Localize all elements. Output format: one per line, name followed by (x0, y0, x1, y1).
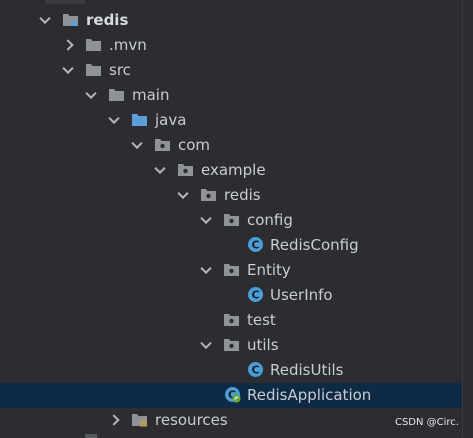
tree-item-label: redis (224, 186, 261, 204)
resources-folder-icon (131, 412, 148, 427)
tree-scrollbar[interactable] (462, 0, 473, 438)
tree-item-redisconfig[interactable]: C RedisConfig (0, 233, 462, 258)
tree-item-config[interactable]: config (0, 208, 462, 233)
chevron-right-icon[interactable] (108, 414, 120, 426)
tree-item-redisutils[interactable]: C RedisUtils (0, 358, 462, 383)
spring-boot-class-icon: C (224, 386, 241, 403)
tree-item-label: com (178, 136, 211, 154)
java-class-icon: C (247, 286, 264, 302)
package-icon (223, 337, 240, 352)
tree-item-redis[interactable]: redis (0, 8, 462, 33)
chevron-down-icon[interactable] (200, 337, 212, 350)
tree-item-label: .mvn (109, 36, 147, 54)
tree-item-label: Entity (247, 261, 291, 279)
chevron-down-icon[interactable] (85, 87, 97, 100)
chevron-down-icon[interactable] (200, 262, 212, 275)
svg-text:C: C (251, 289, 259, 302)
package-icon (154, 137, 171, 152)
tree-item-label: example (201, 161, 266, 179)
tree-item-label: RedisApplication (247, 386, 372, 404)
package-icon (200, 187, 217, 202)
tree-item-label: java (155, 111, 187, 129)
watermark: CSDN @Circ. (394, 417, 459, 428)
tree-item-java[interactable]: java (0, 108, 462, 133)
package-icon (223, 262, 240, 277)
tree-item--mvn[interactable]: .mvn (0, 33, 462, 58)
svg-text:C: C (251, 239, 259, 252)
tree-item-redisapplication[interactable]: C RedisApplication (0, 383, 462, 408)
package-icon (223, 312, 240, 327)
chevron-down-icon[interactable] (62, 62, 74, 75)
folder-icon (85, 62, 102, 77)
tree-item-label: RedisUtils (270, 361, 344, 379)
package-icon (177, 162, 194, 177)
chevron-down-icon[interactable] (154, 162, 166, 175)
partial-row-below (85, 434, 97, 438)
tree-item-userinfo[interactable]: C UserInfo (0, 283, 462, 308)
java-class-icon: C (247, 361, 264, 377)
tree-item-entity[interactable]: Entity (0, 258, 462, 283)
tree-item-test[interactable]: test (0, 308, 462, 333)
tree-item-label: resources (155, 411, 228, 429)
tree-item-label: test (247, 311, 276, 329)
tree-item-example[interactable]: example (0, 158, 462, 183)
chevron-down-icon[interactable] (200, 212, 212, 225)
source-folder-icon (131, 112, 148, 127)
project-tree[interactable]: redis .mvn src main java com example redis confi… (0, 0, 462, 438)
tree-item-label: utils (247, 336, 279, 354)
chevron-down-icon[interactable] (131, 137, 143, 150)
chevron-down-icon[interactable] (39, 12, 51, 25)
tree-item-utils[interactable]: utils (0, 333, 462, 358)
tree-item-main[interactable]: main (0, 83, 462, 108)
tree-item-label: redis (86, 11, 129, 29)
folder-icon (108, 87, 125, 102)
tree-item-label: src (109, 61, 131, 79)
svg-text:C: C (251, 364, 259, 377)
tree-item-resources[interactable]: resources (0, 408, 462, 433)
chevron-down-icon[interactable] (108, 112, 120, 125)
tree-item-label: config (247, 211, 293, 229)
module-folder-icon (62, 12, 79, 27)
tree-item-src[interactable]: src (0, 58, 462, 83)
chevron-right-icon[interactable] (62, 39, 74, 51)
tree-item-redis[interactable]: redis (0, 183, 462, 208)
tree-item-label: RedisConfig (270, 236, 359, 254)
chevron-down-icon[interactable] (177, 187, 189, 200)
folder-icon (85, 37, 102, 52)
partial-row-above (45, 0, 85, 4)
package-icon (223, 212, 240, 227)
tree-item-com[interactable]: com (0, 133, 462, 158)
tree-item-label: UserInfo (270, 286, 333, 304)
tree-item-label: main (132, 86, 170, 104)
java-class-icon: C (247, 236, 264, 252)
